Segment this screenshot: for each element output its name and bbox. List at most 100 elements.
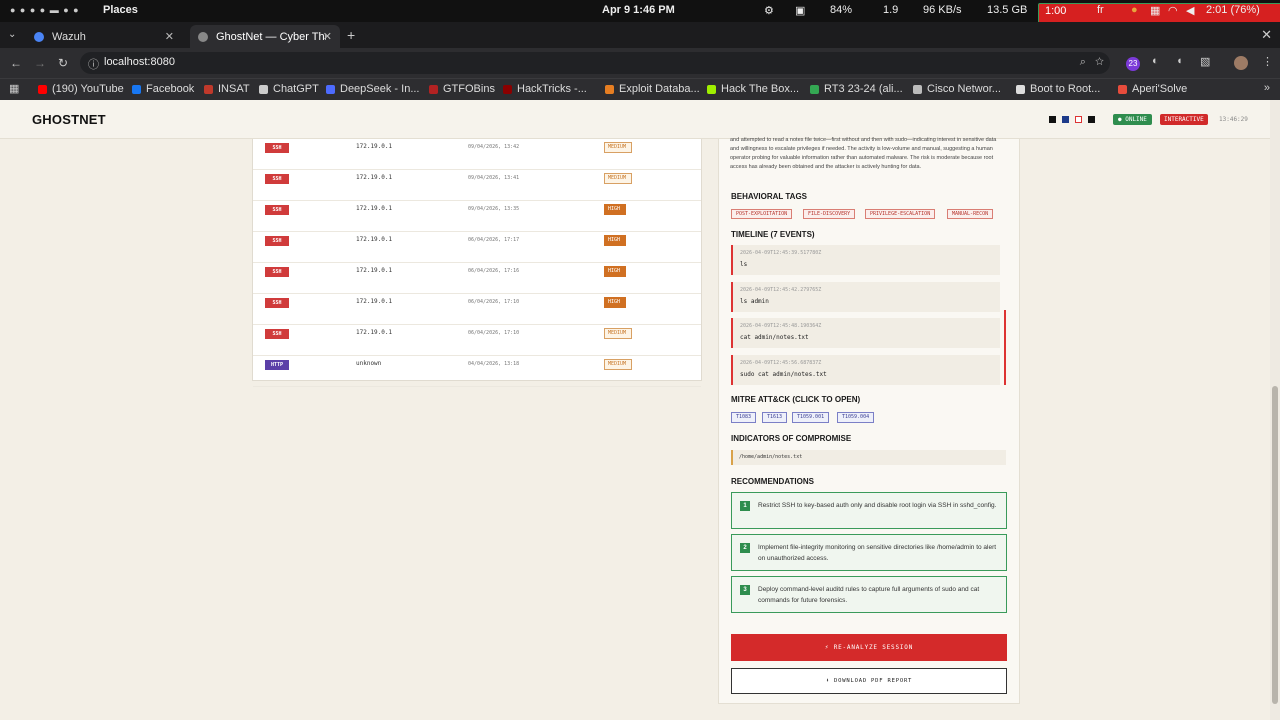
- timeline-title: TIMELINE (7 EVENTS): [731, 230, 815, 239]
- keyboard-layout[interactable]: fr: [1097, 4, 1104, 16]
- reload-icon[interactable]: ↻: [58, 56, 68, 70]
- recommendation-item: 2 Implement file-integrity monitoring on…: [731, 534, 1007, 571]
- session-datetime: 06/04/2026, 17:10: [468, 330, 520, 336]
- table-row[interactable]: HTTP unknown 04/04/2026, 13:18 MEDIUM: [253, 356, 701, 387]
- page-scrollbar-thumb[interactable]: [1272, 386, 1278, 704]
- theme-swatch-black[interactable]: [1049, 116, 1056, 123]
- places-menu[interactable]: Places: [103, 4, 138, 16]
- recommendation-text: Implement file-integrity monitoring on s…: [758, 544, 997, 562]
- htb-icon: [707, 84, 716, 94]
- bookmark-cisco[interactable]: Cisco Networ...: [913, 83, 1001, 95]
- tab-close-icon[interactable]: ✕: [323, 30, 332, 43]
- app-logo[interactable]: GHOSTNET: [32, 112, 106, 127]
- download-pdf-report-button[interactable]: ⬇ DOWNLOAD PDF REPORT: [731, 668, 1007, 694]
- tab-close-icon[interactable]: ✕: [165, 30, 174, 43]
- tab-wazuh[interactable]: Wazuh ✕: [26, 25, 182, 48]
- back-arrow-icon[interactable]: ←: [10, 56, 22, 70]
- wifi-icon[interactable]: ◠: [1168, 4, 1178, 17]
- workspace-dots-icon[interactable]: ● ● ● ● ▬ ● ●: [10, 5, 80, 15]
- address-bar[interactable]: ⓘ localhost:8080 ⌕ ☆: [80, 52, 1110, 74]
- bookmark-label: RT3 23-24 (ali...: [824, 83, 903, 95]
- tag-privilege-escalation[interactable]: PRIVILEGE-ESCALATION: [865, 209, 936, 219]
- table-row[interactable]: SSH 172.19.0.1 06/04/2026, 17:10 HIGH: [253, 294, 701, 325]
- bookmark-youtube[interactable]: (190) YouTube: [38, 83, 124, 95]
- volume-icon[interactable]: ◀: [1186, 4, 1194, 17]
- timeline-event[interactable]: 2026-04-09T12:45:39.517780Z ls: [731, 245, 1000, 275]
- bookmark-deepseek[interactable]: DeepSeek - In...: [326, 83, 420, 95]
- timeline-event[interactable]: 2026-04-09T12:45:56.687837Z sudo cat adm…: [731, 355, 1000, 385]
- folder-icon: [1016, 84, 1025, 94]
- theme-swatch-red[interactable]: [1075, 116, 1082, 123]
- risk-badge: HIGH: [604, 204, 626, 215]
- more-bookmarks-icon[interactable]: »: [1264, 82, 1270, 94]
- bookmark-boot-to-root[interactable]: Boot to Root...: [1016, 83, 1100, 95]
- tab-search-chevron-icon[interactable]: ⌄: [8, 29, 16, 40]
- table-row[interactable]: SSH 172.19.0.1 09/04/2026, 13:35 HIGH: [253, 201, 701, 232]
- cisco-icon: [913, 84, 922, 94]
- table-row[interactable]: SSH 172.19.0.1 06/04/2026, 17:16 HIGH: [253, 263, 701, 294]
- tag-post-exploitation[interactable]: POST-EXPLOITATION: [731, 209, 793, 219]
- extensions-puzzle-icon[interactable]: ▧: [1200, 55, 1210, 68]
- timeline-event[interactable]: 2026-04-09T12:45:42.279765Z ls admin: [731, 282, 1000, 312]
- theme-swatch-dark[interactable]: [1088, 116, 1095, 123]
- timeline-scroll-indicator[interactable]: [1004, 310, 1006, 385]
- url-text[interactable]: localhost:8080: [104, 56, 175, 68]
- bookmark-label: Hack The Box...: [721, 83, 800, 95]
- theme-swatch-blue[interactable]: [1062, 116, 1069, 123]
- forward-arrow-icon[interactable]: →: [34, 56, 46, 70]
- ioc-item[interactable]: /home/admin/notes.txt: [731, 450, 1006, 465]
- mitre-technique-chip[interactable]: T1059.004: [837, 412, 875, 423]
- recommendation-text: Deploy command-level auditd rules to cap…: [758, 586, 980, 604]
- tag-manual-recon[interactable]: MANUAL-RECON: [947, 209, 994, 219]
- event-timestamp: 2026-04-09T12:45:42.279765Z: [740, 287, 822, 293]
- tag-file-discovery[interactable]: FILE-DISCOVERY: [803, 209, 856, 219]
- clipboard-icon[interactable]: ▣: [795, 4, 805, 17]
- load-stat: 1.9: [883, 4, 899, 16]
- mitre-technique-chip[interactable]: T1613: [762, 412, 788, 423]
- extension-icon[interactable]: ◖: [1176, 55, 1183, 67]
- menu-kebab-icon[interactable]: ⋮: [1262, 55, 1273, 68]
- protocol-badge: SSH: [265, 174, 289, 184]
- bookmark-label: ChatGPT: [273, 83, 319, 95]
- source-ip: 172.19.0.1: [356, 298, 393, 305]
- bookmark-hacktricks[interactable]: HackTricks -...: [503, 83, 587, 95]
- table-row[interactable]: SSH 172.19.0.1 06/04/2026, 17:10 MEDIUM: [253, 325, 701, 356]
- battery-time[interactable]: 2:01 (76%): [1206, 4, 1260, 16]
- bookmark-htb[interactable]: Hack The Box...: [707, 83, 799, 95]
- event-command: cat admin/notes.txt: [740, 334, 809, 341]
- bookmark-gtfobins[interactable]: GTFOBins: [429, 83, 495, 95]
- profile-avatar[interactable]: [1234, 56, 1248, 70]
- extension-icon[interactable]: ◐: [1152, 55, 1159, 67]
- apps-grid-icon[interactable]: ▦: [1150, 4, 1160, 17]
- timeline-event[interactable]: 2026-04-09T12:45:48.190364Z cat admin/no…: [731, 318, 1000, 348]
- bookmarks-bar: ▦ (190) YouTube Facebook INSAT ChatGPT D…: [0, 78, 1280, 100]
- zoom-bookmark-icons[interactable]: ⌕ ☆: [1080, 56, 1104, 69]
- bookmark-insat[interactable]: INSAT: [204, 83, 250, 95]
- bookmark-rt3[interactable]: RT3 23-24 (ali...: [810, 83, 903, 95]
- window-close-icon[interactable]: ✕: [1261, 27, 1272, 43]
- bookmark-aperisolve[interactable]: Aperi'Solve: [1118, 83, 1187, 95]
- apps-grid-icon[interactable]: ▦: [9, 82, 19, 95]
- table-row[interactable]: SSH 172.19.0.1 06/04/2026, 17:17 HIGH: [253, 232, 701, 263]
- source-ip: 172.19.0.1: [356, 236, 393, 243]
- bookmark-exploitdb[interactable]: Exploit Databa...: [605, 83, 700, 95]
- recommendation-item: 3 Deploy command-level auditd rules to c…: [731, 576, 1007, 613]
- table-row[interactable]: SSH 172.19.0.1 09/04/2026, 13:41 MEDIUM: [253, 170, 701, 201]
- site-info-icon[interactable]: ⓘ: [88, 56, 99, 72]
- browser-tab-strip: ⌄ Wazuh ✕ GhostNet — Cyber Thr ✕ + ✕: [0, 22, 1280, 48]
- mode-interactive-badge[interactable]: INTERACTIVE: [1160, 114, 1208, 125]
- bookmark-chatgpt[interactable]: ChatGPT: [259, 83, 319, 95]
- reanalyze-session-button[interactable]: ⚡ RE-ANALYZE SESSION: [731, 634, 1007, 661]
- extension-badge-icon[interactable]: 23: [1126, 57, 1140, 71]
- settings-icon[interactable]: ⚙: [764, 4, 774, 17]
- mitre-technique-chip[interactable]: T1083: [731, 412, 757, 423]
- session-datetime: 09/04/2026, 13:35: [468, 206, 520, 212]
- table-row[interactable]: SSH 172.19.0.1 09/04/2026, 13:42 MEDIUM: [253, 139, 701, 170]
- protocol-badge: SSH: [265, 298, 289, 308]
- tab-ghostnet[interactable]: GhostNet — Cyber Thr ✕: [190, 25, 340, 48]
- os-clock[interactable]: Apr 9 1:46 PM: [602, 4, 675, 16]
- bookmark-facebook[interactable]: Facebook: [132, 83, 194, 95]
- mitre-technique-chip[interactable]: T1059.001: [792, 412, 830, 423]
- drive-icon: [810, 84, 819, 94]
- new-tab-plus-icon[interactable]: +: [347, 27, 355, 43]
